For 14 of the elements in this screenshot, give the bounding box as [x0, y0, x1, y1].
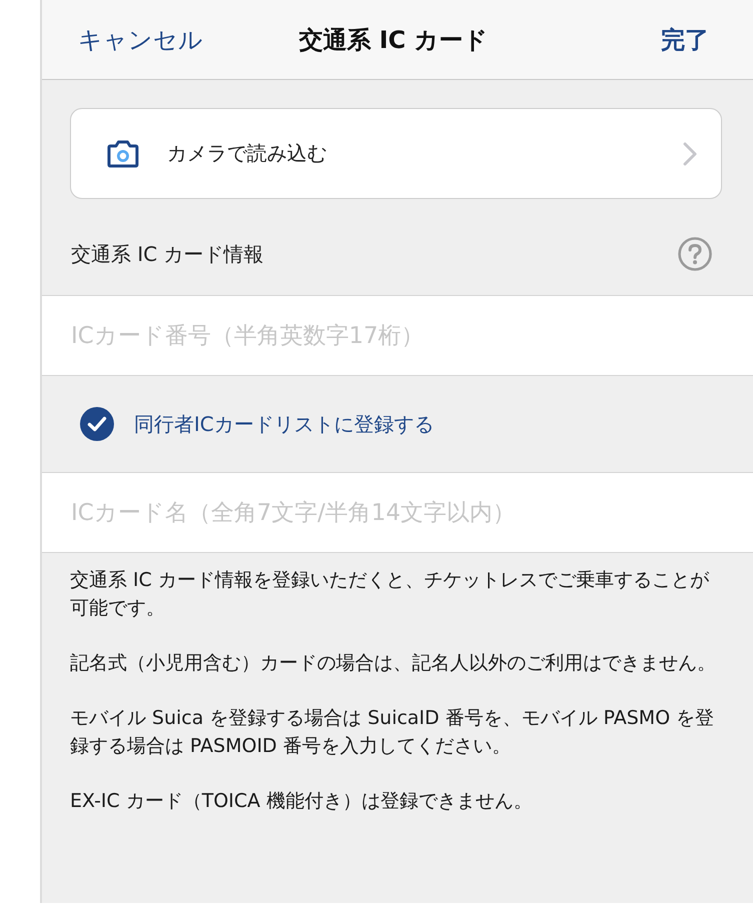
camera-scan-label: カメラで読み込む [167, 140, 328, 167]
camera-scan-button[interactable]: カメラで読み込む [70, 108, 722, 199]
done-button[interactable]: 完了 [655, 20, 715, 60]
checkbox-icon[interactable] [80, 407, 114, 441]
note-paragraph: EX-IC カード（TOICA 機能付き）は登録できません。 [70, 789, 534, 814]
cancel-button[interactable]: キャンセル [72, 20, 209, 60]
checkbox-label[interactable]: 同行者ICカードリストに登録する [134, 410, 434, 438]
note-paragraph: 交通系 IC カード情報を登録いただくと、チケットレスでご乗車することが可能です。 [70, 568, 710, 621]
note-paragraph: モバイル Suica を登録する場合は SuicaID 番号を、モバイル PASMO を登録する場合は PASMOID 番号を入力してください。 [70, 706, 716, 759]
camera-icon [106, 140, 140, 168]
note-paragraph: 記名式（小児用含む）カードの場合は、記名人以外のご利用はできません。 [70, 651, 717, 676]
screen-title: 交通系 IC カード [298, 24, 488, 56]
chevron-right-icon [683, 142, 697, 166]
section-heading: 交通系 IC カード情報 [71, 240, 264, 268]
